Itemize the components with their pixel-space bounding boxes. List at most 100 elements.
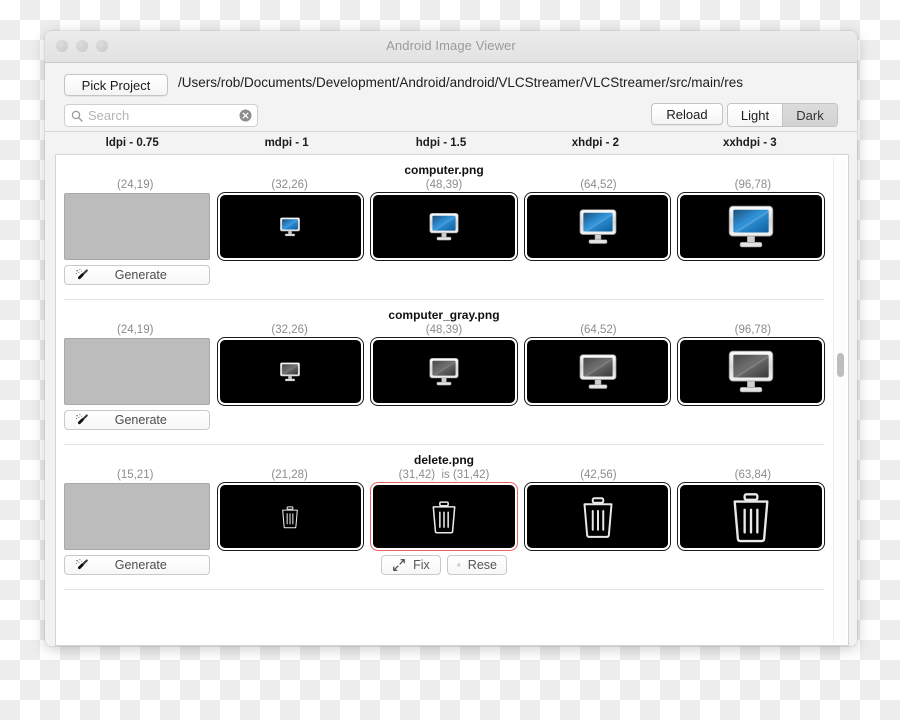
- window-title: Android Image Viewer: [386, 38, 516, 53]
- theme-segmented-control[interactable]: Light Dark: [727, 103, 838, 127]
- cell-actions: [371, 260, 517, 287]
- dimension-label: (32,26): [212, 324, 366, 336]
- asset-list: computer.png (24,19) (32,26) (48,39) (64,52)…: [56, 155, 832, 645]
- generate-button[interactable]: Generate: [64, 410, 210, 430]
- computer-gray-icon: [579, 353, 616, 389]
- asset-preview[interactable]: [678, 193, 824, 260]
- computer-blue-icon: [579, 208, 616, 244]
- reset-button[interactable]: Rese: [446, 555, 507, 575]
- dimension-value: (31,42): [398, 469, 436, 481]
- theme-option-light[interactable]: Light: [728, 104, 782, 126]
- cell-actions: Generate: [64, 260, 210, 287]
- asset-preview[interactable]: [217, 338, 364, 405]
- column-header-xxhdpi: xxhdpi - 3: [722, 137, 777, 149]
- dimension-value: (96,78): [734, 179, 772, 191]
- vertical-scrollbar[interactable]: [833, 157, 846, 643]
- magic-wand-icon: [75, 559, 88, 570]
- dimension-value: (24,19): [116, 179, 154, 191]
- project-path-label: /Users/rob/Documents/Development/Android…: [178, 75, 743, 90]
- asset-preview[interactable]: [217, 193, 364, 260]
- asset-preview[interactable]: [678, 483, 824, 550]
- dimension-value: (21,28): [271, 469, 308, 481]
- magic-wand-icon: [75, 269, 88, 280]
- computer-blue-icon: [728, 205, 774, 247]
- theme-option-dark[interactable]: Dark: [782, 104, 837, 126]
- dimension-value: (48,39): [425, 324, 463, 336]
- app-window: Android Image Viewer Pick Project /Users…: [45, 31, 857, 646]
- scrollbar-thumb[interactable]: [837, 353, 844, 377]
- dimension-label: (96,78): [676, 324, 830, 336]
- tile-row: Generate Fix Rese: [56, 481, 832, 577]
- dimension-value: (32,26): [271, 179, 308, 191]
- fix-button-label: Fix: [413, 558, 430, 572]
- tile-row: Generate: [56, 191, 832, 287]
- dimension-value: (96,78): [734, 324, 772, 336]
- asset-cell: [214, 483, 368, 577]
- tile-row: Generate: [56, 336, 832, 432]
- computer-blue-icon: [429, 212, 459, 240]
- dimension-row: (24,19) (32,26) (48,39) (64,52) (96,78): [56, 324, 832, 336]
- cell-actions: [525, 550, 671, 577]
- cell-actions: [678, 550, 824, 577]
- dimension-value: (64,52): [580, 179, 617, 191]
- generate-button[interactable]: Generate: [64, 555, 210, 575]
- dimension-value: (42,56): [580, 469, 617, 481]
- trash-icon: [583, 496, 613, 538]
- reload-button[interactable]: Reload: [651, 103, 723, 125]
- dimension-label: (21,28): [212, 469, 366, 481]
- missing-asset-placeholder[interactable]: [64, 338, 210, 405]
- asset-group: computer_gray.png (24,19) (32,26) (48,39) (6…: [56, 300, 832, 445]
- search-field[interactable]: Search: [64, 104, 258, 127]
- asset-cell: [674, 338, 828, 432]
- dimension-value: (64,52): [580, 324, 617, 336]
- search-input[interactable]: Search: [88, 108, 239, 123]
- asset-cell: [521, 193, 675, 287]
- asset-preview[interactable]: [371, 193, 517, 260]
- generate-button-label: Generate: [114, 558, 167, 572]
- asset-preview[interactable]: [678, 338, 824, 405]
- missing-asset-placeholder[interactable]: [64, 483, 210, 550]
- cell-actions: Generate: [64, 550, 210, 577]
- resize-arrows-icon: [393, 559, 405, 571]
- asset-name: computer.png: [404, 163, 484, 177]
- asset-preview[interactable]: [217, 483, 364, 550]
- reset-button-label: Rese: [467, 558, 497, 572]
- asset-scroll-area[interactable]: computer.png (24,19) (32,26) (48,39) (64,52)…: [55, 154, 849, 646]
- pick-project-button[interactable]: Pick Project: [64, 74, 168, 96]
- cell-actions: [678, 260, 824, 287]
- asset-preview[interactable]: [371, 338, 517, 405]
- asset-preview[interactable]: [524, 483, 671, 550]
- trash-icon: [733, 492, 769, 542]
- dimension-label: (64,52): [521, 179, 675, 191]
- asset-preview[interactable]: [524, 338, 671, 405]
- dimension-label: (15,21): [58, 469, 212, 481]
- generate-button[interactable]: Generate: [64, 265, 210, 285]
- title-bar: Android Image Viewer: [45, 31, 857, 63]
- generate-button-label: Generate: [114, 268, 167, 282]
- asset-cell: [214, 193, 368, 287]
- asset-preview-error[interactable]: [371, 483, 517, 550]
- asset-name: delete.png: [413, 453, 474, 467]
- group-divider: [64, 589, 824, 590]
- fix-button[interactable]: Fix: [380, 555, 441, 575]
- cell-actions: [678, 405, 824, 432]
- toolbar: Pick Project /Users/rob/Documents/Develo…: [45, 63, 857, 132]
- dimension-label: (64,52): [521, 324, 675, 336]
- asset-cell: Generate: [60, 338, 214, 432]
- asset-preview[interactable]: [524, 193, 671, 260]
- refresh-icon: [457, 563, 461, 567]
- dimension-label: (63,84): [676, 469, 830, 481]
- dimension-value: (32,26): [271, 324, 308, 336]
- asset-cell: [367, 338, 521, 432]
- clear-icon[interactable]: [239, 109, 252, 122]
- dimension-label: (42,56): [521, 469, 675, 481]
- cell-actions: [525, 260, 671, 287]
- trash-icon: [432, 500, 456, 534]
- column-headers: ldpi - 0.75 mdpi - 1 hdpi - 1.5 xhdpi - …: [45, 132, 857, 154]
- cell-actions: [218, 260, 364, 287]
- column-header-hdpi: hdpi - 1.5: [415, 137, 467, 149]
- dimension-label: (24,19): [58, 324, 212, 336]
- dimension-value: (24,19): [116, 324, 154, 336]
- missing-asset-placeholder[interactable]: [64, 193, 210, 260]
- column-header-xhdpi: xhdpi - 2: [571, 137, 620, 149]
